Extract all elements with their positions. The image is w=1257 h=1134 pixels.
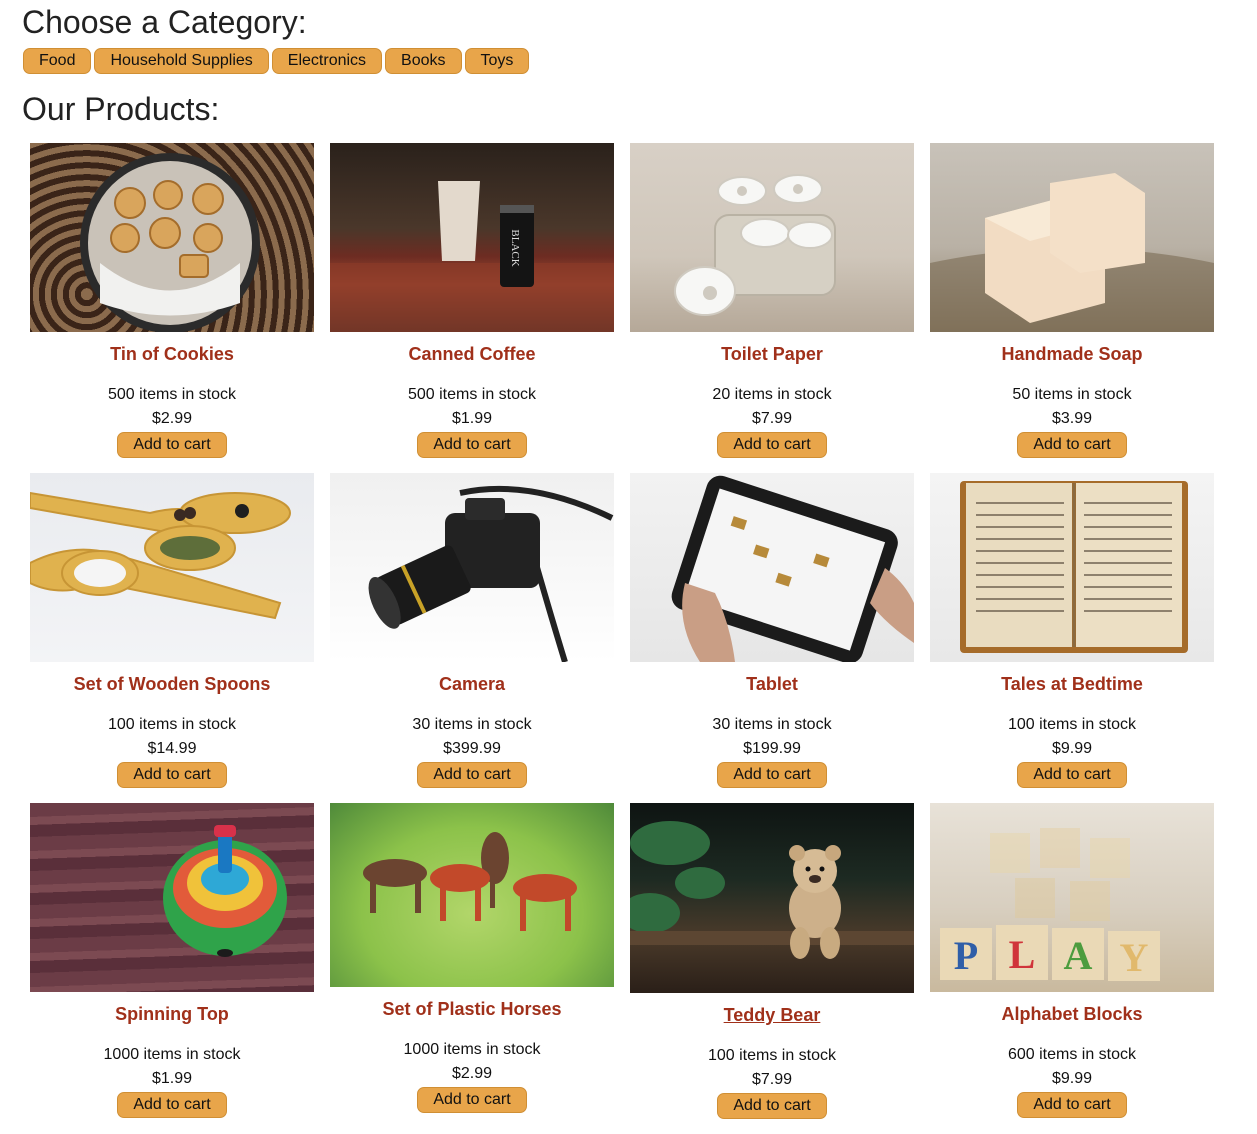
add-to-cart-button[interactable]: Add to cart <box>117 1092 227 1118</box>
svg-text:L: L <box>1009 932 1036 977</box>
product-name-link[interactable]: Canned Coffee <box>330 343 614 365</box>
add-to-cart-button[interactable]: Add to cart <box>1017 762 1127 788</box>
add-to-cart-button[interactable]: Add to cart <box>417 432 527 458</box>
svg-text:P: P <box>954 933 978 978</box>
stock-count: 600 items in stock <box>1007 1046 1137 1063</box>
stock-count: 1000 items in stock <box>103 1046 241 1063</box>
stock-count: 30 items in stock <box>712 716 832 733</box>
product-card: Teddy Bear 100 items in stock $7.99 Add … <box>630 803 914 1133</box>
camera-image[interactable] <box>330 473 614 662</box>
price: $14.99 <box>147 740 197 757</box>
product-card: Spinning Top 1000 items in stock $1.99 A… <box>30 803 314 1133</box>
price: $7.99 <box>751 410 793 427</box>
category-toys-button[interactable]: Toys <box>464 48 530 74</box>
stock-count: 500 items in stock <box>407 386 537 403</box>
category-food-button[interactable]: Food <box>23 48 92 74</box>
product-card: Set of Plastic Horses 1000 items in stoc… <box>330 803 614 1133</box>
category-books-button[interactable]: Books <box>385 48 462 74</box>
price: $2.99 <box>151 410 193 427</box>
svg-text:A: A <box>1064 933 1093 978</box>
plastic-horses-image[interactable] <box>330 803 614 987</box>
teddy-bear-image[interactable] <box>630 803 914 993</box>
category-bar: Food Household Supplies Electronics Book… <box>23 48 530 74</box>
svg-text:BLACK: BLACK <box>509 229 521 266</box>
price: $1.99 <box>451 410 493 427</box>
coffee-can-image[interactable]: BLACK <box>330 143 614 332</box>
add-to-cart-button[interactable]: Add to cart <box>1017 1092 1127 1118</box>
product-card: Handmade Soap 50 items in stock $3.99 Ad… <box>930 143 1214 473</box>
product-card: Toilet Paper 20 items in stock $7.99 Add… <box>630 143 914 473</box>
add-to-cart-button[interactable]: Add to cart <box>717 762 827 788</box>
tablet-image[interactable] <box>630 473 914 662</box>
stock-count: 500 items in stock <box>107 386 237 403</box>
product-name-link[interactable]: Handmade Soap <box>930 343 1214 365</box>
product-name-link[interactable]: Tin of Cookies <box>30 343 314 365</box>
add-to-cart-button[interactable]: Add to cart <box>717 1093 827 1119</box>
category-electronics-button[interactable]: Electronics <box>271 48 383 74</box>
add-to-cart-button[interactable]: Add to cart <box>117 762 227 788</box>
toilet-paper-image[interactable] <box>630 143 914 332</box>
product-card: Tales at Bedtime 100 items in stock $9.9… <box>930 473 1214 803</box>
price: $2.99 <box>451 1065 493 1082</box>
alphabet-blocks-image[interactable]: P L A Y <box>930 803 1214 992</box>
price: $199.99 <box>743 740 801 757</box>
svg-text:Y: Y <box>1120 935 1149 980</box>
product-name-link[interactable]: Set of Wooden Spoons <box>30 673 314 695</box>
product-name-link[interactable]: Alphabet Blocks <box>930 1003 1214 1025</box>
add-to-cart-button[interactable]: Add to cart <box>417 1087 527 1113</box>
price: $7.99 <box>751 1071 793 1088</box>
products-heading: Our Products: <box>22 91 220 127</box>
add-to-cart-button[interactable]: Add to cart <box>117 432 227 458</box>
stock-count: 50 items in stock <box>1012 386 1132 403</box>
soap-image[interactable] <box>930 143 1214 332</box>
product-grid: Tin of Cookies 500 items in stock $2.99 … <box>30 143 1214 1133</box>
add-to-cart-button[interactable]: Add to cart <box>717 432 827 458</box>
stock-count: 1000 items in stock <box>403 1041 541 1058</box>
product-name-link[interactable]: Tablet <box>630 673 914 695</box>
stock-count: 20 items in stock <box>712 386 832 403</box>
product-name-link[interactable]: Tales at Bedtime <box>930 673 1214 695</box>
product-name-link[interactable]: Teddy Bear <box>630 1004 914 1026</box>
stock-count: 100 items in stock <box>1007 716 1137 733</box>
add-to-cart-button[interactable]: Add to cart <box>417 762 527 788</box>
stock-count: 100 items in stock <box>107 716 237 733</box>
category-heading: Choose a Category: <box>22 4 307 40</box>
product-name-link[interactable]: Set of Plastic Horses <box>330 998 614 1020</box>
price: $399.99 <box>443 740 501 757</box>
stock-count: 30 items in stock <box>412 716 532 733</box>
product-name-link[interactable]: Camera <box>330 673 614 695</box>
product-card: Set of Wooden Spoons 100 items in stock … <box>30 473 314 803</box>
price: $9.99 <box>1051 1070 1093 1087</box>
price: $1.99 <box>151 1070 193 1087</box>
product-name-link[interactable]: Spinning Top <box>30 1003 314 1025</box>
price: $3.99 <box>1051 410 1093 427</box>
cookies-tin-image[interactable] <box>30 143 314 332</box>
product-card: Tablet 30 items in stock $199.99 Add to … <box>630 473 914 803</box>
book-image[interactable] <box>930 473 1214 662</box>
store-page: Choose a Category: Food Household Suppli… <box>0 0 1257 1134</box>
product-card: P L A Y Alphabet Blocks 600 items in sto… <box>930 803 1214 1133</box>
product-card: Tin of Cookies 500 items in stock $2.99 … <box>30 143 314 473</box>
product-card: Camera 30 items in stock $399.99 Add to … <box>330 473 614 803</box>
category-household-button[interactable]: Household Supplies <box>94 48 269 74</box>
price: $9.99 <box>1051 740 1093 757</box>
stock-count: 100 items in stock <box>707 1047 837 1064</box>
wooden-spoons-image[interactable] <box>30 473 314 662</box>
product-card: BLACK Canned Coffee 500 items in stock $… <box>330 143 614 473</box>
add-to-cart-button[interactable]: Add to cart <box>1017 432 1127 458</box>
product-name-link[interactable]: Toilet Paper <box>630 343 914 365</box>
spinning-top-image[interactable] <box>30 803 314 992</box>
